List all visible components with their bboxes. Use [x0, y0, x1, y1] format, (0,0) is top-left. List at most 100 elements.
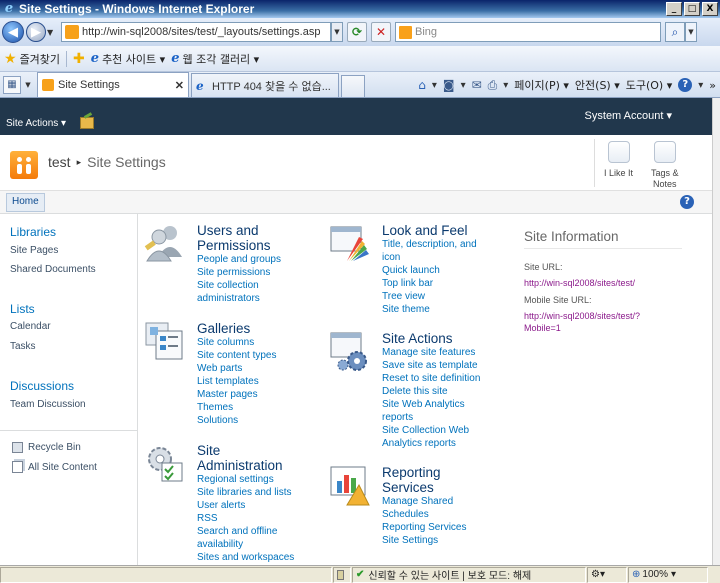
recycle-bin-label[interactable]: Recycle Bin — [28, 442, 81, 453]
quick-launch-team-discussion[interactable]: Team Discussion — [10, 399, 86, 410]
tab-label[interactable]: HTTP 404 찾을 수 없습... — [212, 78, 331, 94]
site-columns-link[interactable]: Site columns — [197, 336, 277, 349]
tools-menu[interactable]: 도구(O) ▾ — [626, 77, 673, 93]
site-logo-icon[interactable] — [10, 151, 38, 179]
tags-notes-label-1[interactable]: Tags & — [651, 168, 679, 179]
recycle-bin-link[interactable]: Recycle Bin — [12, 442, 81, 453]
tags-notes-button[interactable]: Tags & Notes — [651, 141, 679, 190]
quick-launch-libraries[interactable]: Libraries — [10, 225, 56, 239]
address-field[interactable]: http://win-sql2008/sites/test/_layouts/s… — [61, 22, 331, 42]
add-favorite-icon[interactable]: ✚ — [73, 51, 85, 67]
search-go-button[interactable]: ⌕ — [665, 22, 685, 42]
i-like-it-label[interactable]: I Like It — [604, 168, 633, 179]
title-description-icon-link[interactable]: Title, description, and — [382, 238, 477, 251]
quick-launch-site-pages[interactable]: Site Pages — [10, 245, 58, 256]
home-icon[interactable]: ⌂ — [418, 78, 426, 92]
print-icon[interactable]: ⎙ — [488, 78, 498, 93]
suggested-sites-link[interactable]: e 추천 사이트 ▾ — [91, 51, 165, 67]
all-site-content-link[interactable]: All Site Content — [12, 461, 97, 473]
quick-launch-shared-documents[interactable]: Shared Documents — [10, 264, 96, 275]
quick-launch-tasks[interactable]: Tasks — [10, 341, 36, 352]
site-web-analytics-link[interactable]: Site Web Analytics — [382, 398, 480, 411]
manage-site-features-link[interactable]: Manage site features — [382, 346, 480, 359]
favorites-button[interactable]: ★ 즐겨찾기 — [4, 51, 60, 67]
suggested-sites-label[interactable]: 추천 사이트 ▾ — [102, 51, 165, 67]
back-button[interactable]: ◀ — [2, 21, 24, 43]
print-dropdown-icon[interactable]: ▾ — [503, 80, 508, 91]
site-web-analytics-link[interactable]: reports — [382, 411, 480, 424]
minimize-button[interactable]: _ — [666, 2, 682, 16]
zoom-dropdown-icon[interactable]: ▾ — [671, 569, 676, 580]
tab-list-dropdown-icon[interactable]: ▼ — [23, 76, 33, 94]
site-libraries-lists-link[interactable]: Site libraries and lists — [197, 486, 294, 499]
tab-label[interactable]: Site Settings — [58, 79, 120, 91]
more-commands-button[interactable]: » — [709, 79, 716, 92]
page-menu[interactable]: 페이지(P) ▾ — [514, 77, 569, 93]
stop-button[interactable]: ✕ — [371, 22, 391, 42]
search-offline-link[interactable]: availability — [197, 538, 294, 551]
quick-launch-calendar[interactable]: Calendar — [10, 321, 51, 332]
search-offline-link[interactable]: Search and offline — [197, 525, 294, 538]
quick-tabs-icon[interactable]: ▦ — [3, 76, 21, 94]
reporting-services-settings-link[interactable]: Site Settings — [382, 534, 466, 547]
tab-http-404[interactable]: e HTTP 404 찾을 수 없습... — [191, 73, 339, 97]
search-options-dropdown-icon[interactable]: ▼ — [685, 22, 697, 42]
help-icon[interactable]: ? — [678, 78, 693, 92]
regional-settings-link[interactable]: Regional settings — [197, 473, 294, 486]
site-permissions-link[interactable]: Site permissions — [197, 266, 281, 279]
web-parts-link[interactable]: Web parts — [197, 362, 277, 375]
tab-site-settings[interactable]: Site Settings ✕ — [37, 72, 189, 97]
maximize-button[interactable]: □ — [684, 2, 700, 16]
site-content-types-link[interactable]: Site content types — [197, 349, 277, 362]
title-description-icon-link[interactable]: icon — [382, 251, 477, 264]
themes-link[interactable]: Themes — [197, 401, 277, 414]
breadcrumb-site-link[interactable]: test — [48, 154, 71, 170]
people-and-groups-link[interactable]: People and groups — [197, 253, 281, 266]
site-theme-link[interactable]: Site theme — [382, 303, 477, 316]
site-collection-analytics-link[interactable]: Analytics reports — [382, 437, 480, 450]
master-pages-link[interactable]: Master pages — [197, 388, 277, 401]
site-collection-analytics-link[interactable]: Site Collection Web — [382, 424, 480, 437]
refresh-button[interactable]: ⟳ — [347, 22, 367, 42]
security-zone-label[interactable]: 신뢰할 수 있는 사이트 | 보호 모드: 해제 — [368, 567, 531, 582]
search-field[interactable]: Bing — [395, 22, 661, 42]
address-url[interactable]: http://win-sql2008/sites/test/_layouts/s… — [82, 26, 320, 38]
addons-button[interactable]: ⚙▾ — [587, 566, 627, 583]
home-dropdown-icon[interactable]: ▾ — [432, 80, 437, 91]
quick-launch-discussions[interactable]: Discussions — [10, 379, 74, 393]
solutions-link[interactable]: Solutions — [197, 414, 277, 427]
close-tab-icon[interactable]: ✕ — [175, 79, 184, 92]
help-dropdown-icon[interactable]: ▾ — [698, 80, 703, 91]
rss-link[interactable]: RSS — [197, 512, 294, 525]
delete-site-link[interactable]: Delete this site — [382, 385, 480, 398]
vertical-scrollbar[interactable] — [712, 98, 720, 565]
quick-launch-link[interactable]: Quick launch — [382, 264, 477, 277]
reporting-services-settings-link[interactable]: Reporting Services — [382, 521, 466, 534]
reset-site-definition-link[interactable]: Reset to site definition — [382, 372, 480, 385]
feeds-dropdown-icon[interactable]: ▾ — [461, 80, 466, 91]
search-placeholder[interactable]: Bing — [415, 26, 437, 38]
forward-button[interactable]: ▶ — [26, 22, 46, 42]
feeds-icon[interactable]: ◙ — [443, 78, 455, 92]
user-menu[interactable]: System Account ▾ — [585, 109, 672, 122]
site-collection-admins-link[interactable]: Site collection — [197, 279, 281, 292]
web-slice-gallery-link[interactable]: e 웹 조각 갤러리 ▾ — [171, 51, 259, 67]
site-collection-admins-link[interactable]: administrators — [197, 292, 281, 305]
quick-launch-lists[interactable]: Lists — [10, 302, 35, 316]
web-slice-gallery-label[interactable]: 웹 조각 갤러리 ▾ — [182, 51, 259, 67]
tags-notes-label-2[interactable]: Notes — [653, 179, 677, 190]
list-templates-link[interactable]: List templates — [197, 375, 277, 388]
manage-shared-schedules-link[interactable]: Schedules — [382, 508, 466, 521]
new-tab-button[interactable] — [341, 75, 365, 97]
favorites-label[interactable]: 즐겨찾기 — [20, 51, 60, 67]
zoom-control[interactable]: ⊕ 100% ▾ — [628, 566, 708, 583]
top-link-bar-link[interactable]: Top link bar — [382, 277, 477, 290]
edit-page-icon[interactable] — [80, 117, 94, 129]
mobile-site-url-value[interactable]: http://win-sql2008/sites/test/?Mobile=1 — [524, 310, 674, 334]
tree-view-link[interactable]: Tree view — [382, 290, 477, 303]
safety-menu[interactable]: 안전(S) ▾ — [575, 77, 620, 93]
user-alerts-link[interactable]: User alerts — [197, 499, 294, 512]
address-dropdown-icon[interactable]: ▼ — [331, 22, 343, 42]
manage-shared-schedules-link[interactable]: Manage Shared — [382, 495, 466, 508]
sites-workspaces-link[interactable]: Sites and workspaces — [197, 551, 294, 564]
